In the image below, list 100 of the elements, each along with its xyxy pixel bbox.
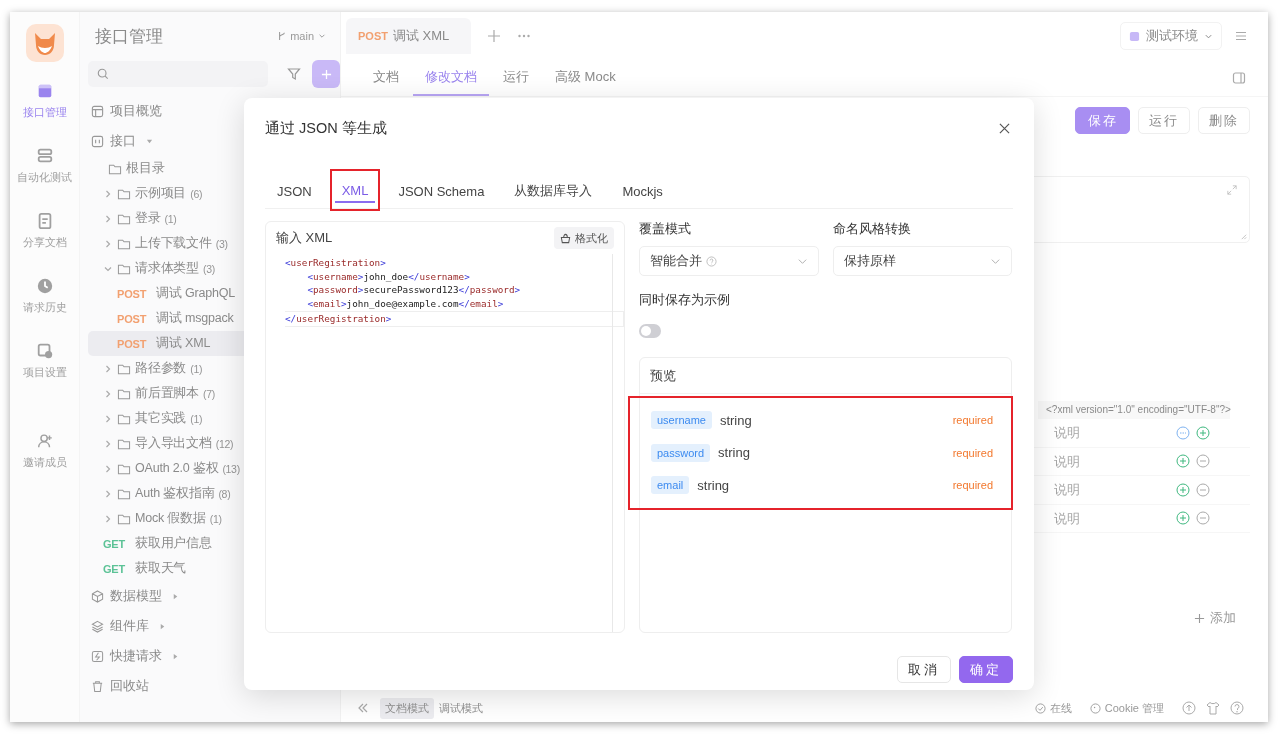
- field-type: string: [718, 445, 750, 461]
- rail-item[interactable]: 项目设置: [12, 328, 77, 393]
- remove-icon[interactable]: [1196, 511, 1210, 526]
- mode-toggle[interactable]: 调试模式: [434, 697, 488, 719]
- chevron-icon[interactable]: [103, 438, 113, 449]
- chevron-icon[interactable]: [103, 188, 113, 199]
- save-button[interactable]: 保存: [1075, 107, 1130, 134]
- tab[interactable]: 运行: [491, 60, 541, 96]
- rail-item[interactable]: 分享文档: [12, 198, 77, 263]
- chevron-icon[interactable]: [103, 363, 113, 374]
- help-icon[interactable]: [706, 255, 717, 267]
- cancel-button[interactable]: 取消: [897, 656, 951, 683]
- folder-icon: [117, 187, 131, 200]
- description-field[interactable]: 说明: [1048, 480, 1160, 500]
- preview-title: 预览: [640, 358, 1011, 394]
- xml-editor[interactable]: 输入 XML 格式化 <userRegistration> <username>john_doe</username> <password>securePassword123</password> <email>john_doe@example.com</email> </userRegistration>: [265, 221, 625, 633]
- search-field[interactable]: [88, 61, 268, 87]
- tab[interactable]: 从数据库导入: [502, 172, 605, 208]
- method-label: GET: [103, 562, 125, 575]
- mode-toggle[interactable]: 文档模式: [380, 697, 434, 719]
- method-label: POST: [117, 337, 147, 350]
- server-icon: [35, 146, 54, 165]
- branch-selector[interactable]: main: [278, 30, 326, 42]
- method-label: POST: [358, 30, 388, 42]
- folder-icon: [117, 437, 131, 450]
- required-label: required: [952, 414, 993, 427]
- menu-icon[interactable]: [1234, 29, 1248, 43]
- nav-item[interactable]: 回收站: [88, 671, 332, 701]
- description-field[interactable]: 说明: [1048, 423, 1160, 443]
- collapse-icon[interactable]: [356, 701, 370, 715]
- panel-icon[interactable]: [1232, 71, 1246, 85]
- code-line: <username>john_doe</username>: [306, 269, 471, 284]
- environment-icon: [1129, 30, 1140, 42]
- close-icon[interactable]: [999, 122, 1010, 134]
- chevron-icon[interactable]: [103, 388, 113, 399]
- caret-icon[interactable]: [159, 622, 166, 630]
- rail-item[interactable]: 邀请成员: [12, 418, 77, 483]
- add-icon[interactable]: [1196, 425, 1210, 440]
- environment-selector[interactable]: 测试环境: [1120, 22, 1222, 50]
- expand-icon[interactable]: [1227, 185, 1237, 195]
- shirt-icon[interactable]: [1206, 701, 1220, 715]
- chevron-icon[interactable]: [103, 513, 113, 524]
- fox-logo-icon: [25, 24, 64, 62]
- select-field[interactable]: 保持原样: [832, 246, 1012, 276]
- add-icon[interactable]: [1176, 511, 1190, 526]
- tab[interactable]: JSON Schema: [386, 172, 497, 208]
- description-field[interactable]: 说明: [1048, 451, 1160, 471]
- chevron-icon[interactable]: [103, 463, 113, 474]
- caret-icon[interactable]: [172, 652, 179, 660]
- format-button[interactable]: 格式化: [554, 227, 614, 249]
- select-field[interactable]: 智能合并: [639, 246, 819, 276]
- chevron-icon[interactable]: [103, 213, 113, 224]
- add-icon[interactable]: [1176, 482, 1190, 497]
- code-line: <password>securePassword123</password>: [306, 283, 522, 298]
- document-tab[interactable]: POST 调试 XML: [346, 18, 471, 54]
- action-button[interactable]: 删除: [1198, 107, 1250, 134]
- chevron-icon[interactable]: [103, 413, 113, 424]
- sidebar-title: 接口管理: [95, 25, 163, 48]
- confirm-button[interactable]: 确定: [959, 656, 1013, 683]
- folder-icon: [117, 462, 131, 475]
- tab[interactable]: 修改文档: [413, 60, 489, 96]
- description-field[interactable]: 说明: [1048, 508, 1160, 528]
- more-icon[interactable]: [1176, 425, 1190, 440]
- folder-icon: [117, 362, 131, 375]
- tab[interactable]: 高级 Mock: [543, 60, 628, 96]
- field-name-tag: email: [651, 476, 690, 495]
- caret-icon[interactable]: [146, 137, 153, 145]
- add-icon[interactable]: [1176, 454, 1190, 469]
- chevron-icon[interactable]: [103, 488, 113, 499]
- filter-icon[interactable]: [287, 67, 301, 81]
- search-icon: [97, 68, 109, 80]
- cube-icon: [91, 589, 104, 603]
- action-button[interactable]: 运行: [1138, 107, 1190, 134]
- toggle-switch[interactable]: [639, 324, 661, 338]
- rail-item[interactable]: 接口管理: [12, 68, 77, 133]
- cookie-button[interactable]: Cookie 管理: [1089, 700, 1164, 716]
- help-icon[interactable]: [1230, 701, 1244, 715]
- remove-icon[interactable]: [1196, 482, 1210, 497]
- chevron-icon[interactable]: [103, 238, 113, 249]
- branch-icon: [278, 31, 287, 41]
- tab[interactable]: 文档: [361, 60, 411, 96]
- layout-icon: [91, 104, 104, 118]
- rail-item[interactable]: 自动化测试: [12, 133, 77, 198]
- plus-icon[interactable]: [487, 29, 501, 43]
- bolt-icon: [91, 649, 104, 663]
- remove-icon[interactable]: [1196, 454, 1210, 469]
- method-label: POST: [117, 287, 147, 300]
- rail-item[interactable]: 请求历史: [12, 263, 77, 328]
- upload-icon[interactable]: [1182, 701, 1196, 715]
- resize-grip-icon[interactable]: [1240, 233, 1247, 240]
- add-button[interactable]: 添加: [1194, 609, 1236, 627]
- chevron-icon: [318, 32, 326, 40]
- nav-item[interactable]: 快捷请求: [88, 641, 332, 671]
- code-line: <email>john_doe@example.com</email>: [306, 297, 505, 311]
- caret-icon[interactable]: [172, 592, 179, 600]
- folder-icon: [117, 237, 131, 250]
- tab[interactable]: XML: [329, 169, 381, 211]
- tab[interactable]: Mockjs: [610, 172, 675, 208]
- field-label: 命名风格转换: [832, 221, 912, 237]
- add-button[interactable]: [312, 60, 340, 88]
